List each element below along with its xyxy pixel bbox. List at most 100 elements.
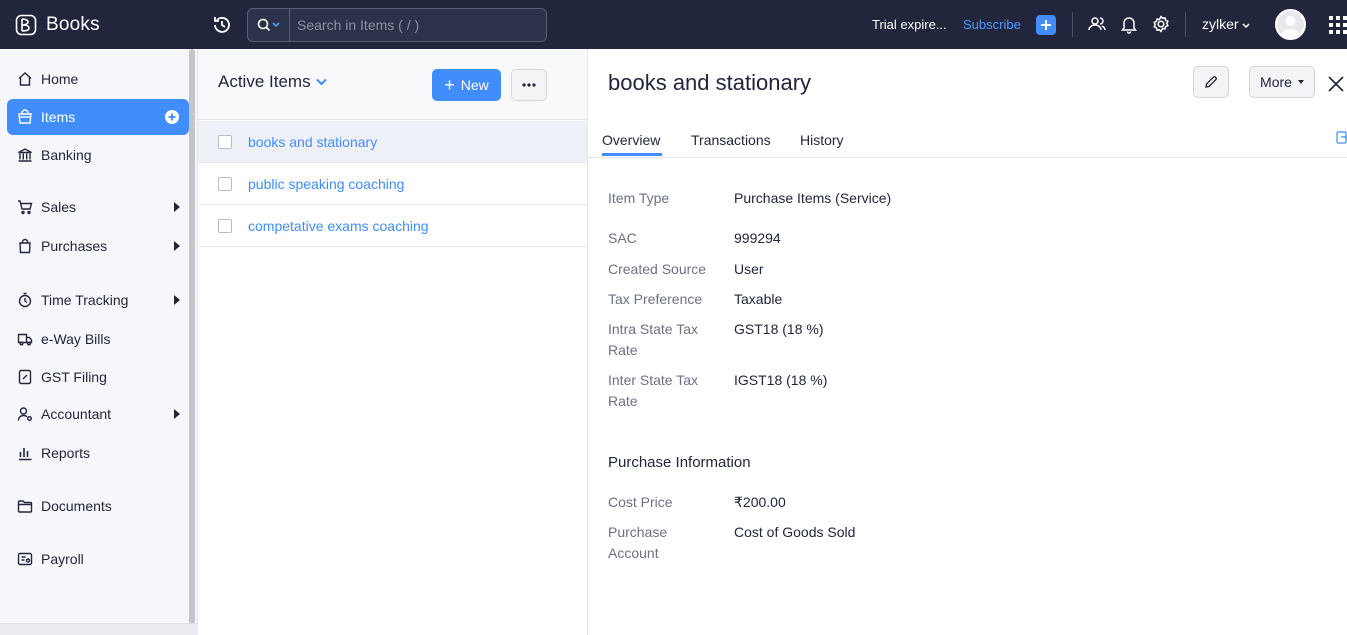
search-input[interactable]: Search in Items ( / ) [290, 17, 419, 33]
expand-panel-icon[interactable] [1336, 131, 1347, 145]
home-icon [18, 72, 32, 86]
apps-grid-icon[interactable] [1329, 16, 1347, 34]
sidebar-item-reports[interactable]: Reports [7, 435, 189, 471]
sidebar-item-banking[interactable]: Banking [7, 137, 189, 173]
search-filter-toggle[interactable] [248, 9, 290, 41]
sidebar-item-items[interactable]: Items [7, 99, 189, 135]
field-label: Item Type [608, 190, 670, 206]
field-label: Purchase Account [608, 524, 668, 561]
sidebar-item-label: Purchases [41, 238, 108, 254]
section-title: Purchase Information [608, 454, 751, 471]
sidebar-item-label: Reports [41, 445, 91, 461]
field-value: Taxable [734, 291, 783, 307]
plus-icon [1041, 20, 1051, 30]
reports-icon [19, 448, 32, 461]
users-icon[interactable] [1087, 14, 1107, 34]
sidebar-item-eway-bills[interactable]: e-Way Bills [7, 321, 189, 357]
field-value: User [734, 261, 764, 277]
row-checkbox[interactable] [218, 176, 232, 191]
more-label: More [1260, 74, 1292, 90]
list-header: Active Items + New [198, 49, 587, 120]
sidebar-item-home[interactable]: Home [7, 61, 189, 97]
new-item-button[interactable]: + New [432, 69, 501, 101]
recent-history-icon[interactable] [211, 14, 233, 36]
field-value: Purchase Items (Service) [734, 190, 892, 206]
view-title: Active Items [218, 72, 311, 91]
page-title: books and stationary [608, 70, 812, 95]
sidebar-item-label: Documents [41, 498, 112, 514]
row-checkbox[interactable] [218, 218, 232, 233]
table-row[interactable]: public speaking coaching [198, 163, 587, 205]
org-switcher[interactable]: zylker [1202, 16, 1250, 32]
table-row[interactable]: books and stationary [198, 121, 587, 163]
sidebar-item-label: Sales [41, 199, 77, 215]
search-icon [257, 18, 280, 32]
sidebar-item-documents[interactable]: Documents [7, 488, 189, 524]
sidebar-item-accountant[interactable]: Accountant [7, 396, 189, 432]
user-avatar-icon [1280, 16, 1301, 38]
row-checkbox[interactable] [218, 134, 232, 149]
sidebar-item-payroll[interactable]: Payroll [7, 541, 189, 577]
close-icon[interactable] [1327, 75, 1345, 93]
items-list-pane: Active Items + New books and stationary … [198, 49, 588, 635]
tab-history[interactable]: History [800, 132, 844, 148]
chevron-down-icon [1242, 23, 1250, 29]
field-label: Inter State Tax Rate [608, 372, 699, 409]
truck-icon [17, 333, 33, 346]
item-name-link[interactable]: public speaking coaching [248, 176, 404, 192]
list-more-options-button[interactable] [511, 69, 547, 101]
add-item-button[interactable] [165, 110, 179, 124]
field-label: Tax Preference [608, 291, 703, 307]
pencil-icon [1205, 76, 1217, 88]
cart-icon [18, 200, 33, 215]
expand-arrow-icon [174, 202, 180, 212]
sidebar-item-label: e-Way Bills [41, 331, 111, 347]
search-box[interactable]: Search in Items ( / ) [247, 8, 547, 42]
tab-overview[interactable]: Overview [602, 132, 660, 148]
trial-expire-text[interactable]: Trial expire... [872, 17, 947, 32]
org-name: zylker [1202, 16, 1239, 32]
field-label: SAC [608, 230, 637, 246]
table-row[interactable]: competative exams coaching [198, 205, 587, 247]
active-tab-indicator [602, 153, 662, 156]
subscribe-link[interactable]: Subscribe [963, 17, 1021, 32]
field-label: Cost Price [608, 494, 673, 510]
bag-icon [19, 238, 31, 254]
sidebar-scrollbar[interactable] [189, 49, 195, 624]
quick-create-button[interactable] [1036, 15, 1056, 35]
sidebar-item-label: Banking [41, 147, 92, 163]
plus-icon: + [444, 75, 455, 95]
view-selector[interactable]: Active Items [218, 72, 327, 92]
field-value: IGST18 (18 %) [734, 372, 828, 388]
field-value: 999294 [734, 230, 781, 246]
expand-arrow-icon [174, 241, 180, 251]
edit-button[interactable] [1193, 66, 1229, 98]
timer-icon [18, 292, 32, 308]
bell-icon[interactable] [1119, 14, 1139, 34]
divider [1185, 12, 1186, 37]
tab-transactions[interactable]: Transactions [691, 132, 771, 148]
item-name-link[interactable]: competative exams coaching [248, 218, 429, 234]
sidebar-item-gst-filing[interactable]: GST Filing [7, 359, 189, 395]
item-detail-pane: books and stationary More Overview Trans… [588, 49, 1347, 635]
brand[interactable]: Books [0, 0, 198, 49]
sidebar-item-label: Home [41, 71, 79, 87]
sidebar-item-purchases[interactable]: Purchases [7, 228, 189, 264]
avatar[interactable] [1275, 9, 1306, 40]
payroll-icon [17, 552, 33, 566]
ellipsis-icon [522, 83, 536, 87]
sidebar-item-label: GST Filing [41, 369, 107, 385]
field-label: Intra State Tax Rate [608, 321, 699, 358]
sidebar-item-label: Items [41, 109, 76, 125]
accountant-icon [17, 407, 32, 421]
expand-arrow-icon [174, 295, 180, 305]
sidebar-item-time-tracking[interactable]: Time Tracking [7, 282, 189, 318]
sidebar-item-sales[interactable]: Sales [7, 189, 189, 225]
gear-icon[interactable] [1151, 14, 1171, 34]
detail-tabs: Overview Transactions History [588, 120, 1347, 158]
field-value: ₹200.00 [734, 494, 786, 510]
books-logo-icon [15, 14, 37, 35]
gst-icon [18, 369, 32, 385]
item-name-link[interactable]: books and stationary [248, 134, 377, 150]
more-actions-button[interactable]: More [1249, 66, 1315, 98]
